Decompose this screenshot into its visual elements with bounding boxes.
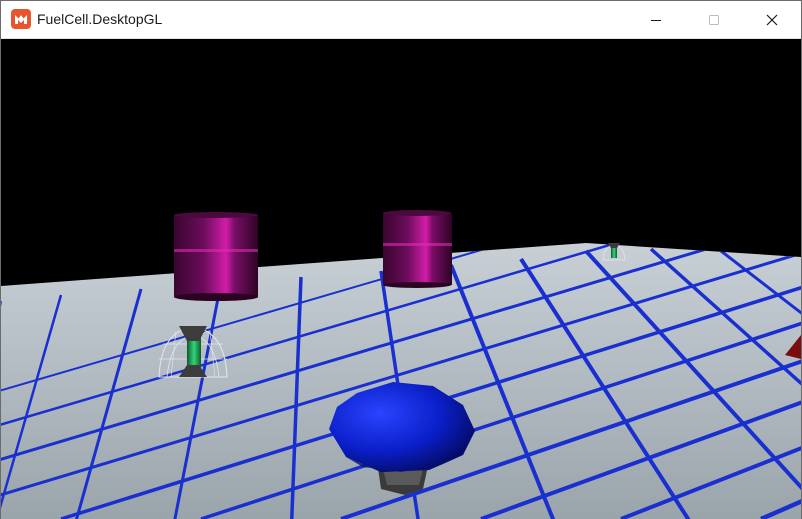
minimize-button[interactable] [627,1,685,38]
title-bar[interactable]: FuelCell.DesktopGL [1,1,801,39]
app-window: FuelCell.DesktopGL [0,0,802,519]
game-scene [1,39,801,519]
maximize-icon [709,14,719,25]
barrel-left [174,212,258,301]
close-button[interactable] [743,1,801,38]
minimize-icon [651,19,661,21]
barrel-right [383,210,452,288]
close-icon [766,14,778,25]
window-title: FuelCell.DesktopGL [37,11,163,27]
game-viewport[interactable] [1,39,801,519]
monogame-logo-icon [11,9,31,29]
maximize-button[interactable] [685,1,743,38]
